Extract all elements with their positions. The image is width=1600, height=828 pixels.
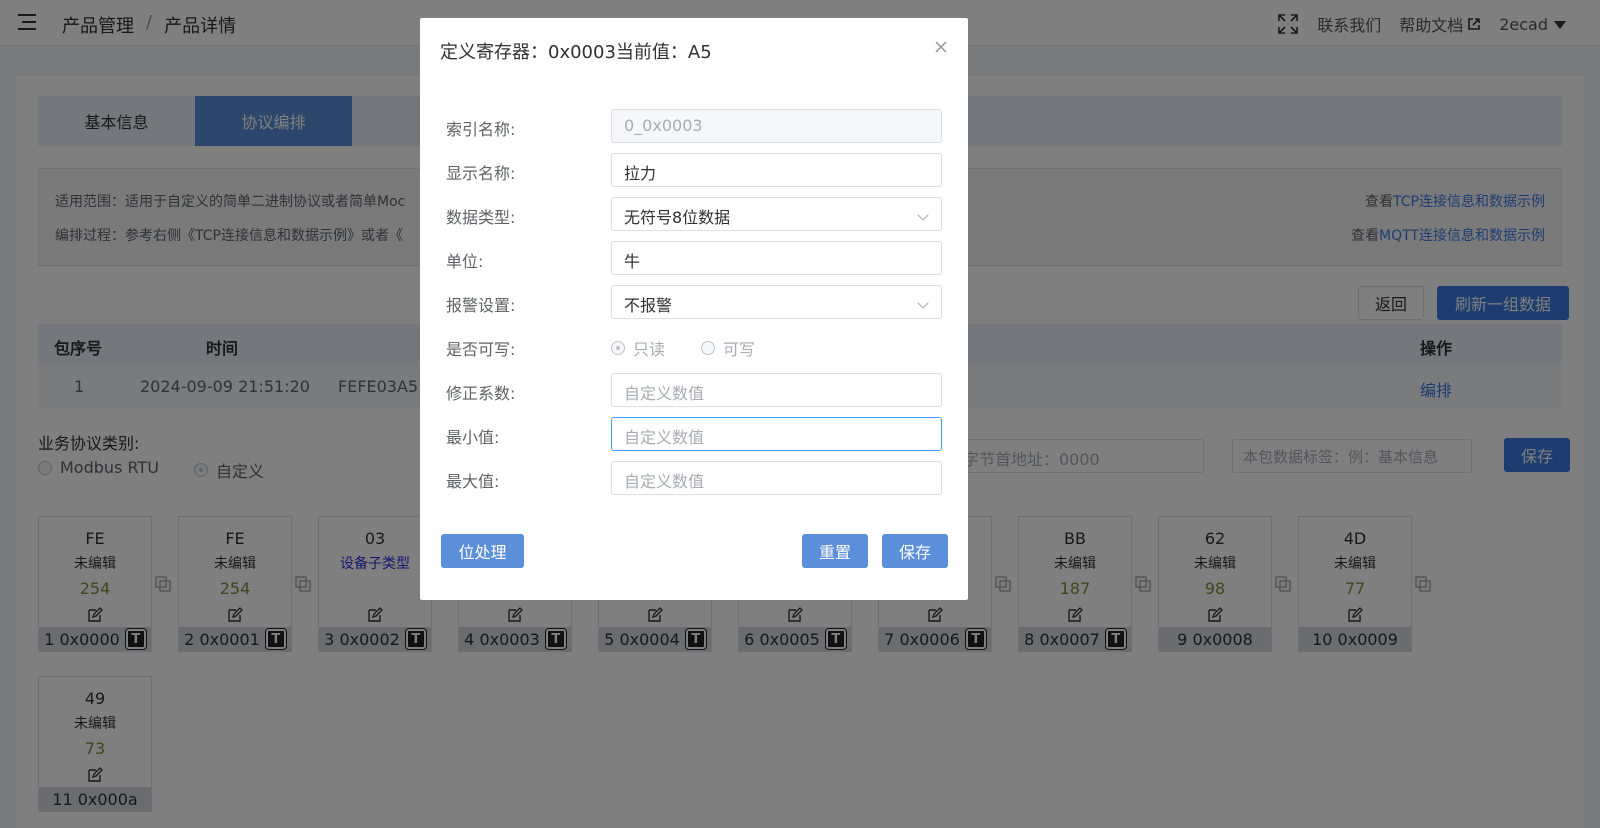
writable-label: 是否可写: (446, 340, 516, 359)
unit-input[interactable]: 牛 (611, 241, 942, 275)
display-name-input[interactable]: 拉力 (611, 153, 942, 187)
coefficient-input[interactable]: 自定义数值 (611, 373, 942, 407)
data-type-label: 数据类型: (446, 208, 516, 227)
radio-writable-label: 可写 (723, 340, 756, 359)
alarm-label: 报警设置: (446, 296, 516, 315)
register-dialog: 定义寄存器：0x0003当前值：A5 索引名称: 0_0x0003 显示名称: … (420, 18, 968, 600)
min-input[interactable]: 自定义数值 (611, 417, 942, 451)
chevron-down-icon (917, 297, 929, 309)
radio-readonly-circle (611, 341, 625, 355)
dialog-save-button[interactable]: 保存 (882, 534, 948, 568)
dialog-title: 定义寄存器：0x0003当前值：A5 (440, 42, 712, 63)
radio-readonly-label: 只读 (633, 340, 666, 359)
radio-writable: 可写 (701, 336, 755, 360)
radio-writable-circle (701, 341, 715, 355)
min-label: 最小值: (446, 428, 500, 447)
close-icon[interactable] (934, 40, 948, 54)
index-name-label: 索引名称: (446, 120, 516, 139)
alarm-value: 不报警 (624, 296, 673, 315)
max-label: 最大值: (446, 472, 500, 491)
bit-process-button[interactable]: 位处理 (441, 534, 524, 568)
data-type-select[interactable]: 无符号8位数据 (611, 197, 942, 231)
coefficient-label: 修正系数: (446, 384, 516, 403)
radio-readonly: 只读 (611, 336, 665, 360)
unit-label: 单位: (446, 252, 484, 271)
display-name-label: 显示名称: (446, 164, 516, 183)
reset-button[interactable]: 重置 (802, 534, 868, 568)
data-type-value: 无符号8位数据 (624, 208, 731, 227)
index-name-input: 0_0x0003 (611, 109, 942, 143)
alarm-select[interactable]: 不报警 (611, 285, 942, 319)
max-input[interactable]: 自定义数值 (611, 461, 942, 495)
chevron-down-icon (917, 209, 929, 221)
